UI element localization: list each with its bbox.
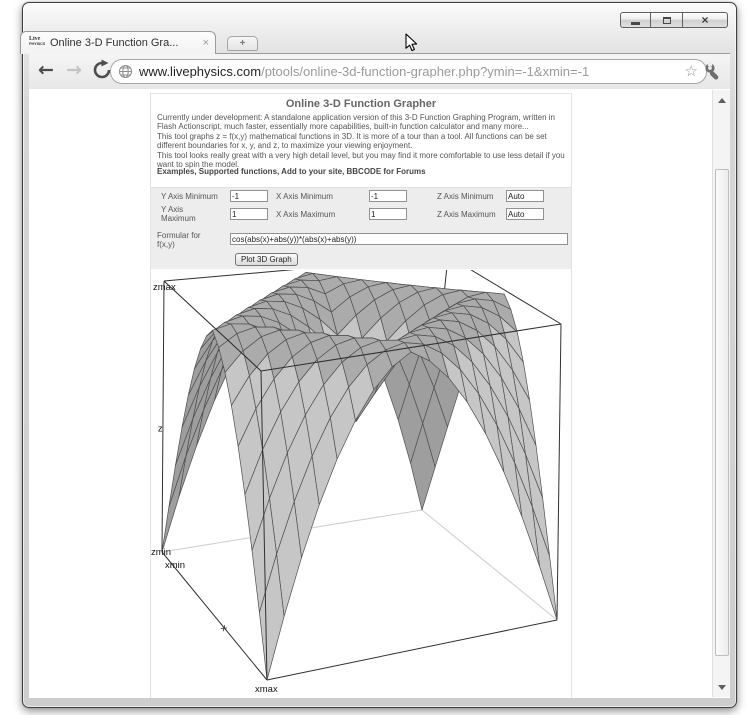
axis-label-z: z — [158, 424, 163, 435]
restore-button[interactable] — [651, 12, 682, 28]
z-axis-minimum-label: Z Axis Minimum — [437, 192, 509, 201]
url-host: www.livephysics.com — [139, 65, 261, 78]
scroll-down-button[interactable] — [714, 679, 730, 695]
axis-label-zmin: zmin — [151, 547, 171, 558]
chevron-down-icon — [718, 685, 726, 690]
forward-button[interactable]: → — [61, 57, 87, 83]
back-button[interactable]: ← — [33, 57, 59, 83]
cursor-arrow-icon — [405, 33, 418, 53]
page-title: Online 3-D Function Grapher — [151, 97, 571, 111]
window-controls: × — [620, 12, 728, 28]
mouse-cursor — [405, 33, 418, 58]
forward-arrow-icon: → — [66, 61, 82, 80]
axis-label-zmax: zmax — [153, 282, 176, 293]
back-arrow-icon: ← — [38, 61, 54, 80]
y-axis-maximum-label: Y Axis Maximum — [161, 205, 201, 223]
plot-box-edge — [267, 620, 557, 680]
plus-icon: + — [240, 39, 246, 49]
address-bar[interactable]: www.livephysics.com/ptools/online-3d-fun… — [110, 59, 707, 84]
url-path: /ptools/online-3d-function-grapher.php?y… — [261, 65, 589, 78]
graph-settings-form: Y Axis Minimum X Axis Minimum Z Axis Min… — [151, 187, 571, 269]
surface-quad — [162, 456, 186, 552]
axis-label-xmax: xmax — [255, 684, 278, 695]
close-icon: × — [701, 14, 708, 26]
vertical-scrollbar[interactable] — [712, 90, 730, 697]
screenshot-stage: × Live PHYSICS Online 3-D Function Gra..… — [0, 0, 747, 715]
scroll-up-button[interactable] — [714, 92, 730, 108]
chevron-up-icon — [718, 98, 726, 103]
new-tab-button[interactable]: + — [227, 36, 258, 51]
page-viewport: Online 3-D Function Grapher Currently un… — [29, 89, 730, 698]
page-description: Currently under development: A standalon… — [157, 113, 567, 169]
globe-icon[interactable] — [118, 64, 133, 79]
minimize-icon — [631, 22, 640, 25]
wrench-menu-button[interactable] — [702, 60, 726, 84]
description-paragraph: This tool graphs z = f(x,y) mathematical… — [157, 132, 567, 151]
z-axis-minimum-input[interactable] — [506, 190, 544, 202]
tab-title: Online 3-D Function Gra... — [50, 38, 199, 49]
3d-surface-plot-canvas[interactable]: zmaxzzminxminxxmax — [149, 270, 573, 698]
browser-toolbar: ← → www.livephysics.com/ptools/online-3d… — [29, 53, 730, 89]
z-axis-maximum-label: Z Axis Maximum — [437, 210, 509, 219]
x-axis-minimum-label: X Axis Minimum — [276, 192, 348, 201]
wrench-icon — [704, 62, 724, 82]
url-text: www.livephysics.com/ptools/online-3d-fun… — [139, 65, 681, 78]
y-axis-minimum-input[interactable] — [230, 190, 268, 202]
description-paragraph: Currently under development: A standalon… — [157, 113, 567, 132]
plot-3d-graph-button[interactable]: Plot 3D Graph — [235, 253, 298, 266]
minimize-button[interactable] — [620, 12, 651, 28]
x-axis-minimum-input[interactable] — [369, 190, 407, 202]
scrollbar-thumb[interactable] — [715, 169, 729, 656]
close-button[interactable]: × — [682, 12, 728, 28]
plot-box-edge — [557, 324, 561, 620]
tab-close-icon[interactable]: × — [203, 38, 209, 49]
y-axis-maximum-input[interactable] — [230, 208, 268, 220]
page-links-line[interactable]: Examples, Supported functions, Add to yo… — [157, 167, 567, 176]
restore-icon — [663, 17, 671, 24]
plot-box-edge — [162, 552, 267, 680]
plot-box-edge — [162, 281, 164, 552]
x-axis-maximum-label: X Axis Maximum — [276, 210, 348, 219]
x-axis-maximum-input[interactable] — [369, 208, 407, 220]
formula-label: Formular for f(x,y) — [157, 231, 209, 249]
livephysics-favicon-icon: Live PHYSICS — [29, 36, 45, 51]
bookmark-star-icon[interactable]: ☆ — [685, 64, 698, 79]
y-axis-minimum-label: Y Axis Minimum — [161, 192, 229, 201]
formula-input[interactable] — [230, 233, 568, 245]
z-axis-maximum-input[interactable] — [506, 208, 544, 220]
axis-label-xmin: xmin — [165, 560, 185, 571]
tab-online-3d-function-grapher[interactable]: Live PHYSICS Online 3-D Function Gra... … — [20, 31, 216, 54]
